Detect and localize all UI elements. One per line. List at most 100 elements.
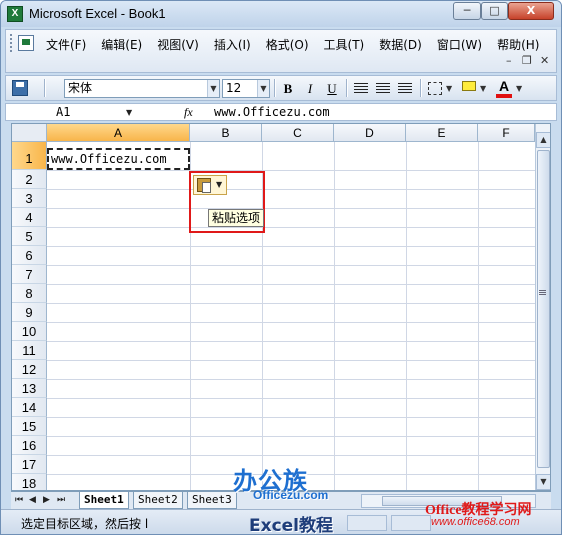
workbook-icon[interactable] (18, 35, 34, 51)
clipboard-icon (197, 178, 211, 193)
mdi-minimize-button[interactable]: – (506, 54, 512, 67)
prev-sheet-button[interactable]: ◀ (29, 495, 36, 505)
chevron-down-icon[interactable]: ▼ (257, 80, 269, 97)
last-sheet-button[interactable]: ⏭ (57, 495, 65, 505)
chevron-down-icon[interactable]: ▼ (480, 84, 486, 93)
grid-line (47, 246, 550, 247)
cell-a1[interactable]: www.Officezu.com (47, 148, 190, 170)
status-message: 选定目标区域，然后按 l (21, 517, 149, 531)
toolbar-separator (274, 79, 276, 97)
chevron-down-icon[interactable]: ▼ (216, 180, 222, 189)
fx-icon[interactable]: fx (184, 104, 193, 120)
next-sheet-button[interactable]: ▶ (43, 495, 50, 505)
vertical-scrollbar[interactable]: ▲ ▼ (535, 124, 550, 490)
menu-view[interactable]: 视图(V) (157, 36, 199, 53)
font-size-select[interactable]: 12 ▼ (222, 79, 270, 98)
column-header-e[interactable]: E (406, 124, 478, 142)
row-header-1[interactable]: 1 (12, 142, 47, 170)
scroll-up-button[interactable]: ▲ (536, 132, 550, 148)
column-header-b[interactable]: B (190, 124, 262, 142)
grid-line (47, 170, 550, 171)
maximize-button[interactable]: □ (481, 2, 508, 20)
formula-input[interactable]: www.Officezu.com (214, 104, 330, 120)
name-box[interactable]: A1 (6, 104, 141, 120)
column-header-a[interactable]: A (47, 124, 190, 142)
window-title: Microsoft Excel - Book1 (29, 6, 166, 21)
borders-icon[interactable] (428, 82, 442, 95)
menu-items: 文件(F) 编辑(E) 视图(V) 插入(I) 格式(O) 工具(T) 数据(D… (46, 36, 554, 53)
mdi-restore-button[interactable]: ❐ (522, 54, 532, 67)
row-header-4[interactable]: 4 (12, 208, 47, 227)
scroll-down-button[interactable]: ▼ (536, 474, 550, 490)
row-header-16[interactable]: 16 (12, 436, 47, 455)
minimize-button[interactable]: ─ (453, 2, 481, 20)
paste-options-button[interactable]: ▼ (193, 175, 227, 195)
chevron-down-icon[interactable]: ▼ (516, 84, 522, 93)
align-right-icon[interactable] (398, 83, 412, 94)
menu-tools[interactable]: 工具(T) (324, 36, 365, 53)
grid-line (47, 360, 550, 361)
grid-line (334, 142, 335, 490)
row-header-6[interactable]: 6 (12, 246, 47, 265)
chevron-down-icon[interactable]: ▼ (207, 80, 219, 97)
menu-insert[interactable]: 插入(I) (214, 36, 251, 53)
grid-line (47, 341, 550, 342)
row-header-7[interactable]: 7 (12, 265, 47, 284)
mdi-close-button[interactable]: ✕ (540, 54, 549, 67)
sheet-tab-2[interactable]: Sheet2 (133, 492, 183, 509)
excel-window: X Microsoft Excel - Book1 ─ □ X 文件(F) 编辑… (0, 0, 562, 535)
menu-help[interactable]: 帮助(H) (497, 36, 539, 53)
grid-line (47, 379, 550, 380)
formatting-toolbar: 宋体 ▼ 12 ▼ B I U ▼ ▼ A ▼ (5, 75, 557, 101)
menu-file[interactable]: 文件(F) (46, 36, 86, 53)
first-sheet-button[interactable]: ⏮ (15, 495, 23, 505)
status-panel (347, 515, 387, 531)
grid-line (47, 227, 550, 228)
column-header-d[interactable]: D (334, 124, 406, 142)
row-header-15[interactable]: 15 (12, 417, 47, 436)
row-header-3[interactable]: 3 (12, 189, 47, 208)
align-center-icon[interactable] (376, 83, 390, 94)
sheet-tab-1[interactable]: Sheet1 (79, 492, 129, 509)
bold-button[interactable]: B (278, 79, 298, 98)
font-color-icon[interactable]: A (496, 78, 512, 98)
font-name-select[interactable]: 宋体 ▼ (64, 79, 220, 98)
worksheet-grid[interactable]: A B C D E F 1 2 3 4 5 6 7 8 9 10 11 12 1… (11, 123, 551, 491)
underline-button[interactable]: U (322, 79, 342, 98)
row-header-18[interactable]: 18 (12, 474, 47, 490)
menu-format[interactable]: 格式(O) (266, 36, 309, 53)
menu-data[interactable]: 数据(D) (379, 36, 422, 53)
row-header-8[interactable]: 8 (12, 284, 47, 303)
menu-window[interactable]: 窗口(W) (437, 36, 482, 53)
row-header-9[interactable]: 9 (12, 303, 47, 322)
chevron-down-icon[interactable]: ▼ (126, 108, 132, 117)
menu-grip[interactable] (10, 34, 14, 52)
column-header-c[interactable]: C (262, 124, 334, 142)
italic-button[interactable]: I (300, 79, 320, 98)
row-header-10[interactable]: 10 (12, 322, 47, 341)
excel-app-icon[interactable]: X (7, 6, 23, 22)
grid-line (47, 417, 550, 418)
sheet-tab-3[interactable]: Sheet3 (187, 492, 237, 509)
paste-options-tooltip: 粘贴选项 (208, 209, 265, 227)
grid-line (47, 303, 550, 304)
row-header-14[interactable]: 14 (12, 398, 47, 417)
grid-line (47, 436, 550, 437)
row-header-5[interactable]: 5 (12, 227, 47, 246)
column-header-f[interactable]: F (478, 124, 535, 142)
row-header-13[interactable]: 13 (12, 379, 47, 398)
watermark-brand-url: Officezu.com (253, 488, 329, 502)
close-button[interactable]: X (508, 2, 554, 20)
scroll-thumb[interactable] (537, 150, 550, 468)
menu-edit[interactable]: 编辑(E) (101, 36, 142, 53)
align-left-icon[interactable] (354, 83, 368, 94)
select-all-corner[interactable] (12, 124, 47, 142)
row-header-17[interactable]: 17 (12, 455, 47, 474)
fill-color-icon[interactable] (462, 81, 476, 91)
row-header-2[interactable]: 2 (12, 170, 47, 189)
row-header-12[interactable]: 12 (12, 360, 47, 379)
save-icon[interactable] (12, 80, 28, 96)
menu-bar: 文件(F) 编辑(E) 视图(V) 插入(I) 格式(O) 工具(T) 数据(D… (5, 29, 557, 73)
row-header-11[interactable]: 11 (12, 341, 47, 360)
chevron-down-icon[interactable]: ▼ (446, 84, 452, 93)
